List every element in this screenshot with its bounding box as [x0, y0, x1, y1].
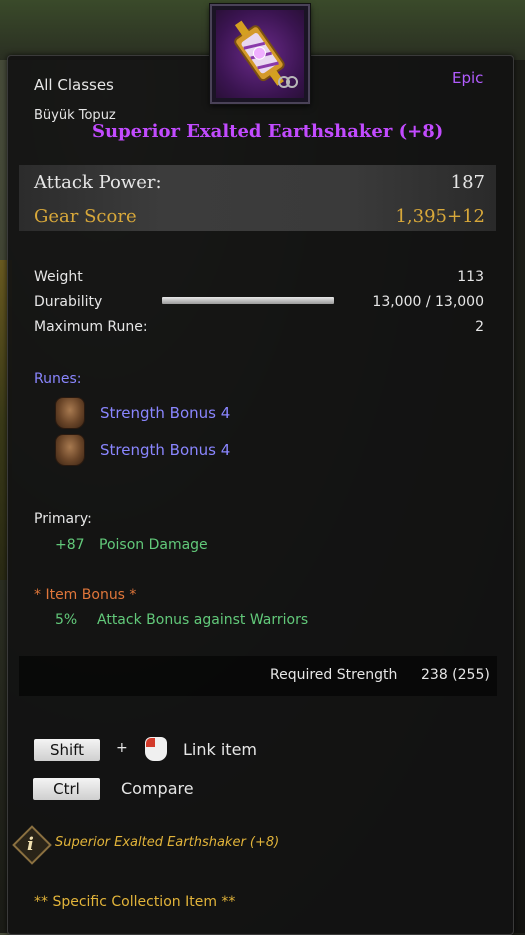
attack-power-label: Attack Power: [34, 172, 162, 193]
item-grade: Epic [452, 69, 484, 87]
item-bonus-label: Attack Bonus against Warriors [97, 612, 309, 628]
primary-header: Primary: [34, 511, 92, 527]
gear-score-label: Gear Score [34, 206, 137, 227]
weight-value: 113 [457, 269, 484, 285]
durability-label: Durability [34, 294, 103, 310]
primary-stat-label: Poison Damage [99, 537, 208, 553]
max-rune-value: 2 [475, 319, 484, 335]
ctrl-key: Ctrl [33, 778, 100, 800]
attack-power-value: 187 [450, 172, 485, 193]
collection-note: ** Specific Collection Item ** [34, 894, 236, 910]
rune-icon[interactable] [55, 434, 85, 466]
weight-label: Weight [34, 269, 83, 285]
info-icon-glyph: i [27, 834, 34, 855]
durability-bar [162, 297, 334, 304]
durability-value: 13,000 / 13,000 [372, 294, 484, 310]
mace-icon [234, 20, 298, 88]
item-bonus-header: * Item Bonus * [34, 587, 137, 603]
link-item-label: Link item [183, 740, 257, 759]
info-item-name: Superior Exalted Earthshaker (+8) [55, 835, 280, 850]
rune-icon[interactable] [55, 397, 85, 429]
mouse-left-click-icon [145, 737, 167, 761]
plus-sign: + [116, 740, 128, 756]
item-icon-frame [210, 4, 310, 104]
item-icon-background [216, 10, 304, 98]
compare-label: Compare [121, 779, 194, 798]
gear-score-value: 1,395+12 [395, 206, 485, 227]
class-restriction: All Classes [34, 76, 114, 94]
item-bonus-value: 5% [55, 612, 78, 628]
shift-key: Shift [34, 739, 100, 761]
required-strength-label: Required Strength [270, 667, 398, 683]
rune-1-name: Strength Bonus 4 [100, 404, 231, 422]
item-name-title: Superior Exalted Earthshaker (+8) [92, 121, 444, 142]
primary-value: +87 [55, 537, 85, 553]
runes-header: Runes: [34, 371, 82, 387]
required-strength-value: 238 (255) [421, 667, 490, 683]
max-rune-label: Maximum Rune: [34, 319, 148, 335]
rune-2-name: Strength Bonus 4 [100, 441, 231, 459]
